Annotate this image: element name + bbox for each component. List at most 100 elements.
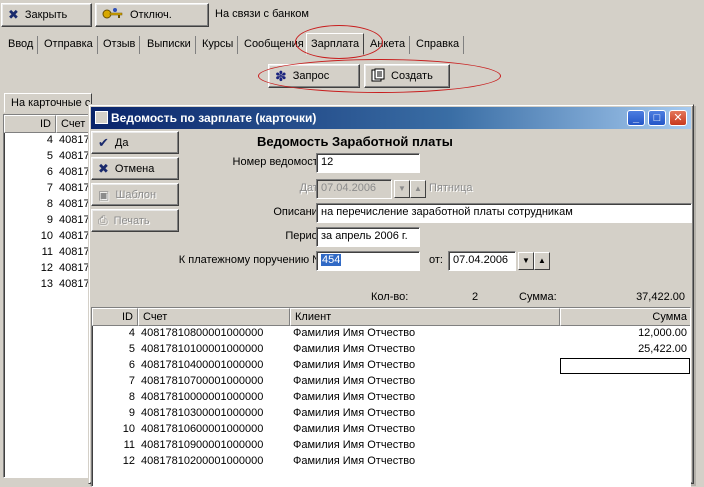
document-icon (371, 68, 385, 85)
table-row[interactable]: 8 40817810000001000000 Фамилия Имя Отчеств… (92, 390, 690, 406)
table-row[interactable]: 6 40817810400001000000 Фамилия Имя Отчеств… (92, 358, 690, 374)
col-id[interactable]: ID (92, 308, 138, 326)
back-table-row[interactable]: 9 40817 (4, 213, 94, 229)
tab-statements[interactable]: Выписки (143, 36, 196, 54)
close-button-label: Закрыть (24, 9, 68, 21)
template-icon: ▣ (98, 187, 110, 202)
number-label: Номер ведомости: (232, 156, 327, 168)
close-window-icon[interactable]: ✕ (669, 110, 687, 126)
back-row-id: 9 (46, 214, 53, 226)
table-row[interactable]: 4 40817810800001000000 Фамилия Имя Отчеств… (92, 326, 690, 342)
close-icon: ✖ (8, 7, 19, 22)
row-sum[interactable] (560, 454, 690, 470)
col-sum[interactable]: Сумма (560, 308, 690, 326)
back-panel-grid: ID Счет 4 40817 5 40817 6 40817 7 40817 8 40817 9 4… (3, 114, 96, 478)
back-table-row[interactable]: 5 40817 (4, 149, 94, 165)
number-field[interactable]: 12 (316, 153, 420, 173)
back-panel-tab-label: На карточные с (11, 97, 91, 109)
template-button-label: Шаблон (115, 188, 157, 201)
tab-revoke[interactable]: Отзыв (99, 36, 141, 54)
order-field[interactable]: 454 (316, 251, 420, 271)
table-row[interactable]: 5 40817810100001000000 Фамилия Имя Отчеств… (92, 342, 690, 358)
row-sum[interactable] (560, 358, 690, 374)
back-row-id: 6 (46, 166, 53, 178)
from-date-field[interactable]: 07.04.2006 (448, 251, 516, 271)
tab-questionnaire[interactable]: Анкета (366, 36, 411, 54)
back-table-row[interactable]: 12 40817 (4, 261, 94, 277)
dialog-title: Ведомость по зарплате (карточки) (111, 111, 317, 125)
from-label: от: (429, 254, 443, 266)
ok-button[interactable]: ✔ Да (91, 131, 179, 154)
template-button[interactable]: ▣ Шаблон (91, 183, 179, 206)
tab-messages[interactable]: Сообщения (240, 36, 309, 54)
row-sum[interactable] (560, 438, 690, 454)
tab-salary[interactable]: Зарплата (306, 33, 365, 55)
row-client: Фамилия Имя Отчество (293, 455, 416, 467)
back-table-row[interactable]: 7 40817 (4, 181, 94, 197)
tab-rates[interactable]: Курсы (198, 36, 239, 54)
key-icon (102, 7, 124, 24)
back-table-row[interactable]: 13 40817 (4, 277, 94, 293)
back-table-row[interactable]: 10 40817 (4, 229, 94, 245)
back-table-row[interactable]: 8 40817 (4, 197, 94, 213)
table-row[interactable]: 11 40817810900001000000 Фамилия Имя Отчест… (92, 438, 690, 454)
minimize-icon[interactable]: _ (627, 110, 645, 126)
row-sum[interactable] (560, 422, 690, 438)
row-sum[interactable]: 12,000.00 (560, 326, 690, 342)
print-button[interactable]: ⎙ Печать (91, 209, 179, 232)
period-field[interactable]: за апрель 2006 г. (316, 227, 420, 247)
table-row[interactable]: 7 40817810700001000000 Фамилия Имя Отчеств… (92, 374, 690, 390)
connection-status: На связи с банком (215, 8, 309, 20)
back-row-id: 12 (40, 262, 53, 274)
date-up-icon[interactable]: ▲ (410, 180, 426, 198)
ok-button-label: Да (114, 136, 129, 149)
back-table-row[interactable]: 4 40817 (4, 133, 94, 149)
cancel-button-label: Отмена (114, 162, 155, 175)
back-panel-tab[interactable]: На карточные с (4, 93, 92, 113)
date-dropdown-icon[interactable]: ▼ (394, 180, 410, 198)
table-row[interactable]: 9 40817810300001000000 Фамилия Имя Отчеств… (92, 406, 690, 422)
tab-help[interactable]: Справка (412, 36, 465, 54)
window-icon (95, 111, 108, 124)
row-id: 12 (122, 455, 135, 467)
from-date-dropdown-icon[interactable]: ▼ (518, 252, 534, 270)
row-sum[interactable] (560, 406, 690, 422)
cancel-button[interactable]: ✖ Отмена (91, 157, 179, 180)
order-label: К платежному поручению №: (178, 254, 327, 266)
close-button[interactable]: ✖ Закрыть (1, 3, 92, 27)
table-row[interactable]: 12 40817810200001000000 Фамилия Имя Отчест… (92, 454, 690, 470)
request-button[interactable]: ✽ Запрос (268, 64, 360, 88)
date-field[interactable]: 07.04.2006 (316, 179, 392, 199)
row-id: 10 (122, 423, 135, 435)
main-tabs: Ввод Отправка Отзыв Выписки Курсы Сообще… (0, 33, 704, 55)
request-button-label: Запрос (292, 70, 330, 82)
disconnect-button[interactable]: Отключ. (95, 3, 209, 27)
tab-input[interactable]: Ввод (4, 36, 39, 54)
from-date-up-icon[interactable]: ▲ (534, 252, 550, 270)
description-field[interactable]: на перечисление заработной платы сотрудн… (316, 203, 692, 223)
row-id: 8 (128, 391, 135, 403)
create-button[interactable]: Создать (364, 64, 450, 88)
row-client: Фамилия Имя Отчество (293, 343, 416, 355)
row-sum[interactable]: 25,422.00 (560, 342, 690, 358)
dialog-titlebar[interactable]: Ведомость по зарплате (карточки) _ □ ✕ (91, 107, 691, 129)
salary-table: ID Счет Клиент Сумма 4 408178108000010000… (91, 307, 691, 487)
disconnect-button-label: Отключ. (130, 9, 172, 21)
sum-label: Сумма: (519, 291, 557, 303)
row-client: Фамилия Имя Отчество (293, 407, 416, 419)
tab-send[interactable]: Отправка (40, 36, 98, 54)
col-account[interactable]: Счет (138, 308, 290, 326)
back-col-id[interactable]: ID (4, 115, 56, 133)
sum-value: 37,422.00 (636, 291, 685, 303)
row-account: 40817810000001000000 (141, 391, 264, 403)
row-id: 6 (128, 359, 135, 371)
table-row[interactable]: 10 40817810600001000000 Фамилия Имя Отчест… (92, 422, 690, 438)
back-table-row[interactable]: 11 40817 (4, 245, 94, 261)
back-table-row[interactable]: 6 40817 (4, 165, 94, 181)
row-sum[interactable] (560, 390, 690, 406)
row-sum[interactable] (560, 374, 690, 390)
print-button-label: Печать (113, 214, 150, 227)
col-client[interactable]: Клиент (290, 308, 560, 326)
maximize-icon[interactable]: □ (648, 110, 666, 126)
row-client: Фамилия Имя Отчество (293, 423, 416, 435)
